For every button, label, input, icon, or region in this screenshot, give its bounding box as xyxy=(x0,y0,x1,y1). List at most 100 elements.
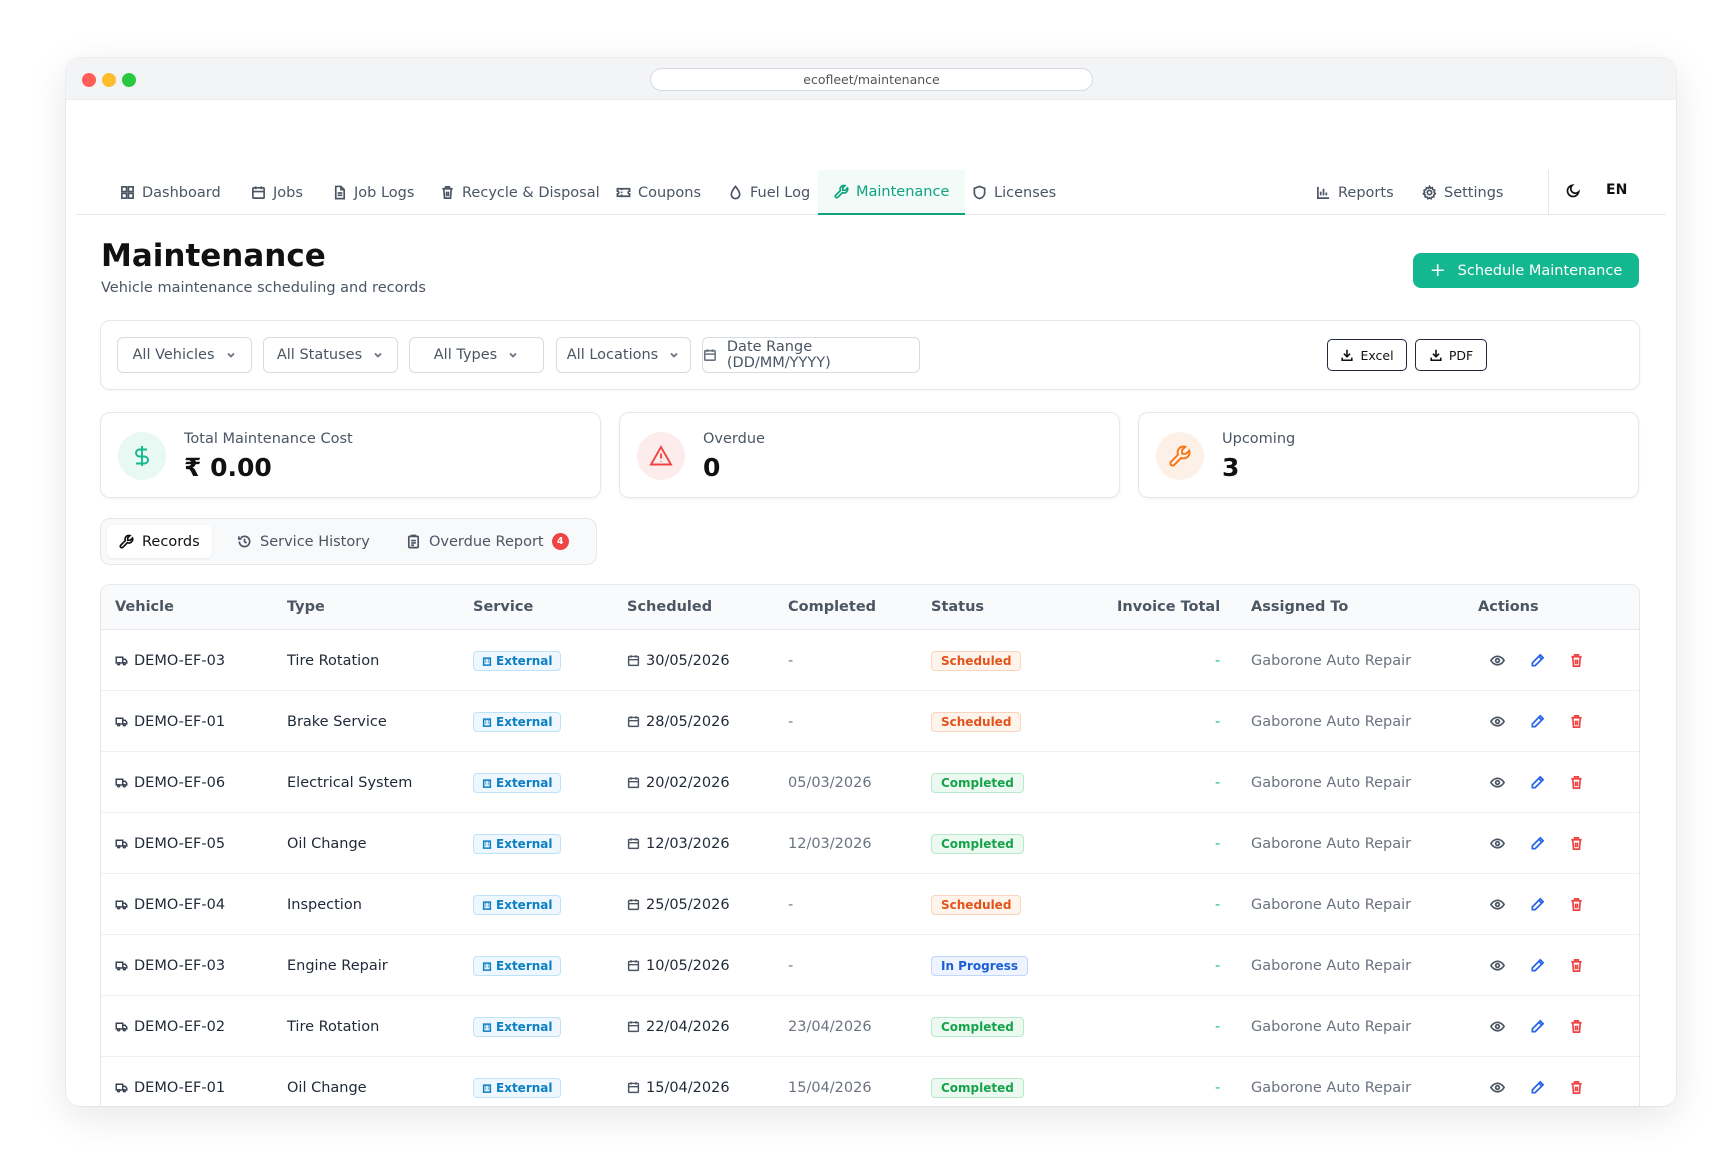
calendar-icon xyxy=(627,1082,640,1094)
assigned-to-cell: Gaborone Auto Repair xyxy=(1251,896,1412,913)
delete-button[interactable] xyxy=(1569,1057,1584,1106)
delete-button[interactable] xyxy=(1569,813,1584,874)
export-excel-button[interactable]: Excel xyxy=(1327,339,1407,371)
invoice-total-cell: - xyxy=(1215,957,1221,974)
language-switcher[interactable]: EN xyxy=(1606,170,1627,210)
view-button[interactable] xyxy=(1490,813,1505,874)
delete-button[interactable] xyxy=(1569,935,1584,996)
nav-item-settings[interactable]: Settings xyxy=(1422,170,1503,215)
vehicle-cell[interactable]: DEMO-EF-01 xyxy=(115,1057,225,1106)
service-badge-label: External xyxy=(496,714,553,729)
table-row[interactable]: DEMO-EF-03 Engine Repair External 10/05/202… xyxy=(101,935,1639,996)
edit-button[interactable] xyxy=(1530,874,1545,935)
view-button[interactable] xyxy=(1490,691,1505,752)
edit-button[interactable] xyxy=(1530,996,1545,1057)
delete-button[interactable] xyxy=(1569,630,1584,691)
tab-label: Service History xyxy=(260,533,370,550)
column-header-service[interactable]: Service xyxy=(473,585,533,630)
tab-overdue-report[interactable]: Overdue Report 4 xyxy=(406,525,569,558)
schedule-maintenance-button[interactable]: + Schedule Maintenance xyxy=(1413,253,1639,288)
view-button[interactable] xyxy=(1490,996,1505,1057)
edit-button[interactable] xyxy=(1530,630,1545,691)
delete-button[interactable] xyxy=(1569,874,1584,935)
completed-cell: - xyxy=(788,957,794,974)
vehicle-cell[interactable]: DEMO-EF-06 xyxy=(115,752,225,813)
table-row[interactable]: DEMO-EF-04 Inspection External 25/05/2026 - S… xyxy=(101,874,1639,935)
completed-cell: - xyxy=(788,896,794,913)
date-range-picker[interactable]: Date Range (DD/MM/YYYY) xyxy=(702,337,920,373)
delete-button[interactable] xyxy=(1569,691,1584,752)
close-window-button[interactable] xyxy=(82,73,96,87)
type-cell: Oil Change xyxy=(287,835,367,852)
nav-item-licenses[interactable]: Licenses xyxy=(972,170,1056,215)
edit-button[interactable] xyxy=(1530,691,1545,752)
calendar-icon xyxy=(627,655,640,667)
column-header-completed[interactable]: Completed xyxy=(788,585,876,630)
column-header-vehicle[interactable]: Vehicle xyxy=(115,585,174,630)
tab-service-history[interactable]: Service History xyxy=(237,525,370,558)
nav-item-fuel-log[interactable]: Fuel Log xyxy=(728,170,810,215)
nav-item-jobs[interactable]: Jobs xyxy=(251,170,303,215)
delete-button[interactable] xyxy=(1569,752,1584,813)
status-filter-value: All Statuses xyxy=(276,347,363,363)
vehicle-cell[interactable]: DEMO-EF-03 xyxy=(115,630,225,691)
column-header-invoice-total[interactable]: Invoice Total xyxy=(1117,585,1220,630)
stat-value: ₹ 0.00 xyxy=(184,453,272,482)
status-filter-select[interactable]: All Statuses xyxy=(263,337,398,373)
maximize-window-button[interactable] xyxy=(122,73,136,87)
type-cell: Tire Rotation xyxy=(287,652,380,669)
tab-records[interactable]: Records xyxy=(107,525,212,558)
assigned-to-cell: Gaborone Auto Repair xyxy=(1251,774,1412,791)
address-bar[interactable]: ecofleet/maintenance xyxy=(650,68,1093,91)
vehicle-cell[interactable]: DEMO-EF-02 xyxy=(115,996,225,1057)
minimize-window-button[interactable] xyxy=(102,73,116,87)
service-badge: External xyxy=(473,955,562,976)
nav-item-dashboard[interactable]: Dashboard xyxy=(120,170,221,215)
column-header-type[interactable]: Type xyxy=(287,585,325,630)
nav-item-maintenance[interactable]: Maintenance xyxy=(818,170,966,215)
nav-item-job-logs[interactable]: Job Logs xyxy=(332,170,414,215)
calendar-icon xyxy=(627,777,640,789)
vehicle-cell[interactable]: DEMO-EF-05 xyxy=(115,813,225,874)
table-row[interactable]: DEMO-EF-06 Electrical System External 20/02… xyxy=(101,752,1639,813)
type-filter-select[interactable]: All Types xyxy=(409,337,544,373)
edit-button[interactable] xyxy=(1530,935,1545,996)
nav-item-recycle-disposal[interactable]: Recycle & Disposal xyxy=(440,170,600,215)
theme-toggle-button[interactable] xyxy=(1566,170,1581,210)
view-button[interactable] xyxy=(1490,752,1505,813)
vehicle-cell[interactable]: DEMO-EF-04 xyxy=(115,874,225,935)
view-button[interactable] xyxy=(1490,935,1505,996)
nav-item-reports[interactable]: Reports xyxy=(1316,170,1394,215)
clipboard-icon xyxy=(407,534,420,549)
location-filter-select[interactable]: All Locations xyxy=(556,337,691,373)
export-pdf-button[interactable]: PDF xyxy=(1415,339,1487,371)
plus-icon: + xyxy=(1429,259,1446,281)
edit-button[interactable] xyxy=(1530,813,1545,874)
vehicle-cell[interactable]: DEMO-EF-01 xyxy=(115,691,225,752)
column-header-scheduled[interactable]: Scheduled xyxy=(627,585,712,630)
table-row[interactable]: DEMO-EF-02 Tire Rotation External 22/04/202… xyxy=(101,996,1639,1057)
building-icon xyxy=(482,778,492,788)
table-row[interactable]: DEMO-EF-03 Tire Rotation External 30/05/202… xyxy=(101,630,1639,691)
title-bar: ecofleet/maintenance xyxy=(66,58,1676,100)
nav-item-coupons[interactable]: Coupons xyxy=(616,170,701,215)
table-row[interactable]: DEMO-EF-01 Brake Service External 28/05/202… xyxy=(101,691,1639,752)
view-button[interactable] xyxy=(1490,874,1505,935)
truck-icon xyxy=(115,1083,128,1093)
vehicle-cell[interactable]: DEMO-EF-03 xyxy=(115,935,225,996)
table-row[interactable]: DEMO-EF-01 Oil Change External 15/04/2026 15… xyxy=(101,1057,1639,1106)
edit-button[interactable] xyxy=(1530,752,1545,813)
column-header-assigned-to[interactable]: Assigned To xyxy=(1251,585,1348,630)
column-header-status[interactable]: Status xyxy=(931,585,984,630)
delete-button[interactable] xyxy=(1569,996,1584,1057)
calendar-icon xyxy=(627,716,640,728)
edit-button[interactable] xyxy=(1530,1057,1545,1106)
alert-triangle-icon xyxy=(637,432,685,480)
pencil-icon xyxy=(1531,897,1545,911)
table-row[interactable]: DEMO-EF-05 Oil Change External 12/03/2026 12… xyxy=(101,813,1639,874)
view-button[interactable] xyxy=(1490,1057,1505,1106)
vehicle-filter-select[interactable]: All Vehicles xyxy=(117,337,252,373)
status-cell: In Progress xyxy=(931,935,1029,996)
view-button[interactable] xyxy=(1490,630,1505,691)
history-icon xyxy=(238,535,251,548)
